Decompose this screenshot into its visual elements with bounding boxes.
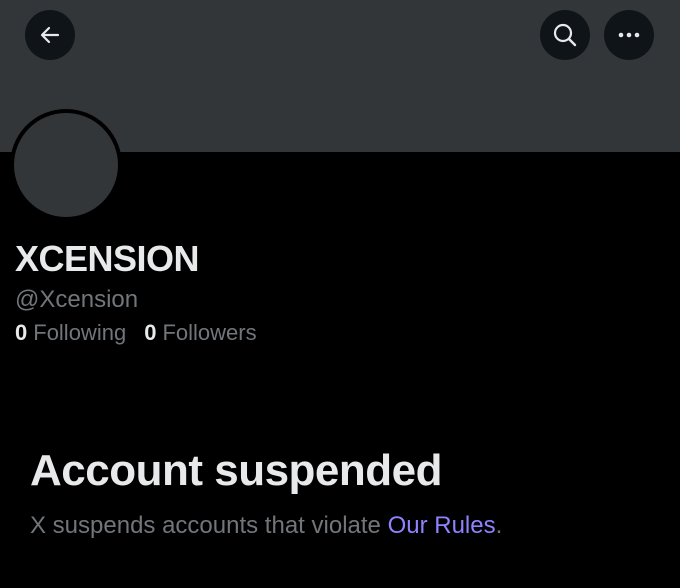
more-horizontal-icon — [617, 31, 641, 39]
following-link[interactable]: 0 Following — [15, 320, 126, 346]
more-options-button[interactable] — [604, 10, 654, 60]
profile-handle: @Xcension — [15, 286, 139, 313]
suspension-title: Account suspended — [30, 446, 443, 495]
avatar[interactable] — [10, 109, 122, 221]
our-rules-link[interactable]: Our Rules — [388, 512, 496, 539]
profile-display-name: XCENSION — [15, 238, 200, 279]
suspension-message-period: . — [495, 512, 503, 539]
followers-count: 0 — [144, 320, 157, 345]
following-label: Following — [33, 320, 127, 345]
followers-link[interactable]: 0 Followers — [144, 320, 256, 346]
search-button[interactable] — [540, 10, 590, 60]
following-count: 0 — [15, 320, 28, 345]
followers-label: Followers — [162, 320, 257, 345]
arrow-left-icon — [38, 23, 62, 47]
profile-stats: 0 Following 0 Followers — [15, 320, 257, 346]
back-button[interactable] — [25, 10, 75, 60]
search-icon — [552, 22, 578, 48]
suspension-message-text: X suspends accounts that violate — [30, 512, 388, 539]
suspension-message: X suspends accounts that violate Our Rul… — [30, 512, 502, 540]
